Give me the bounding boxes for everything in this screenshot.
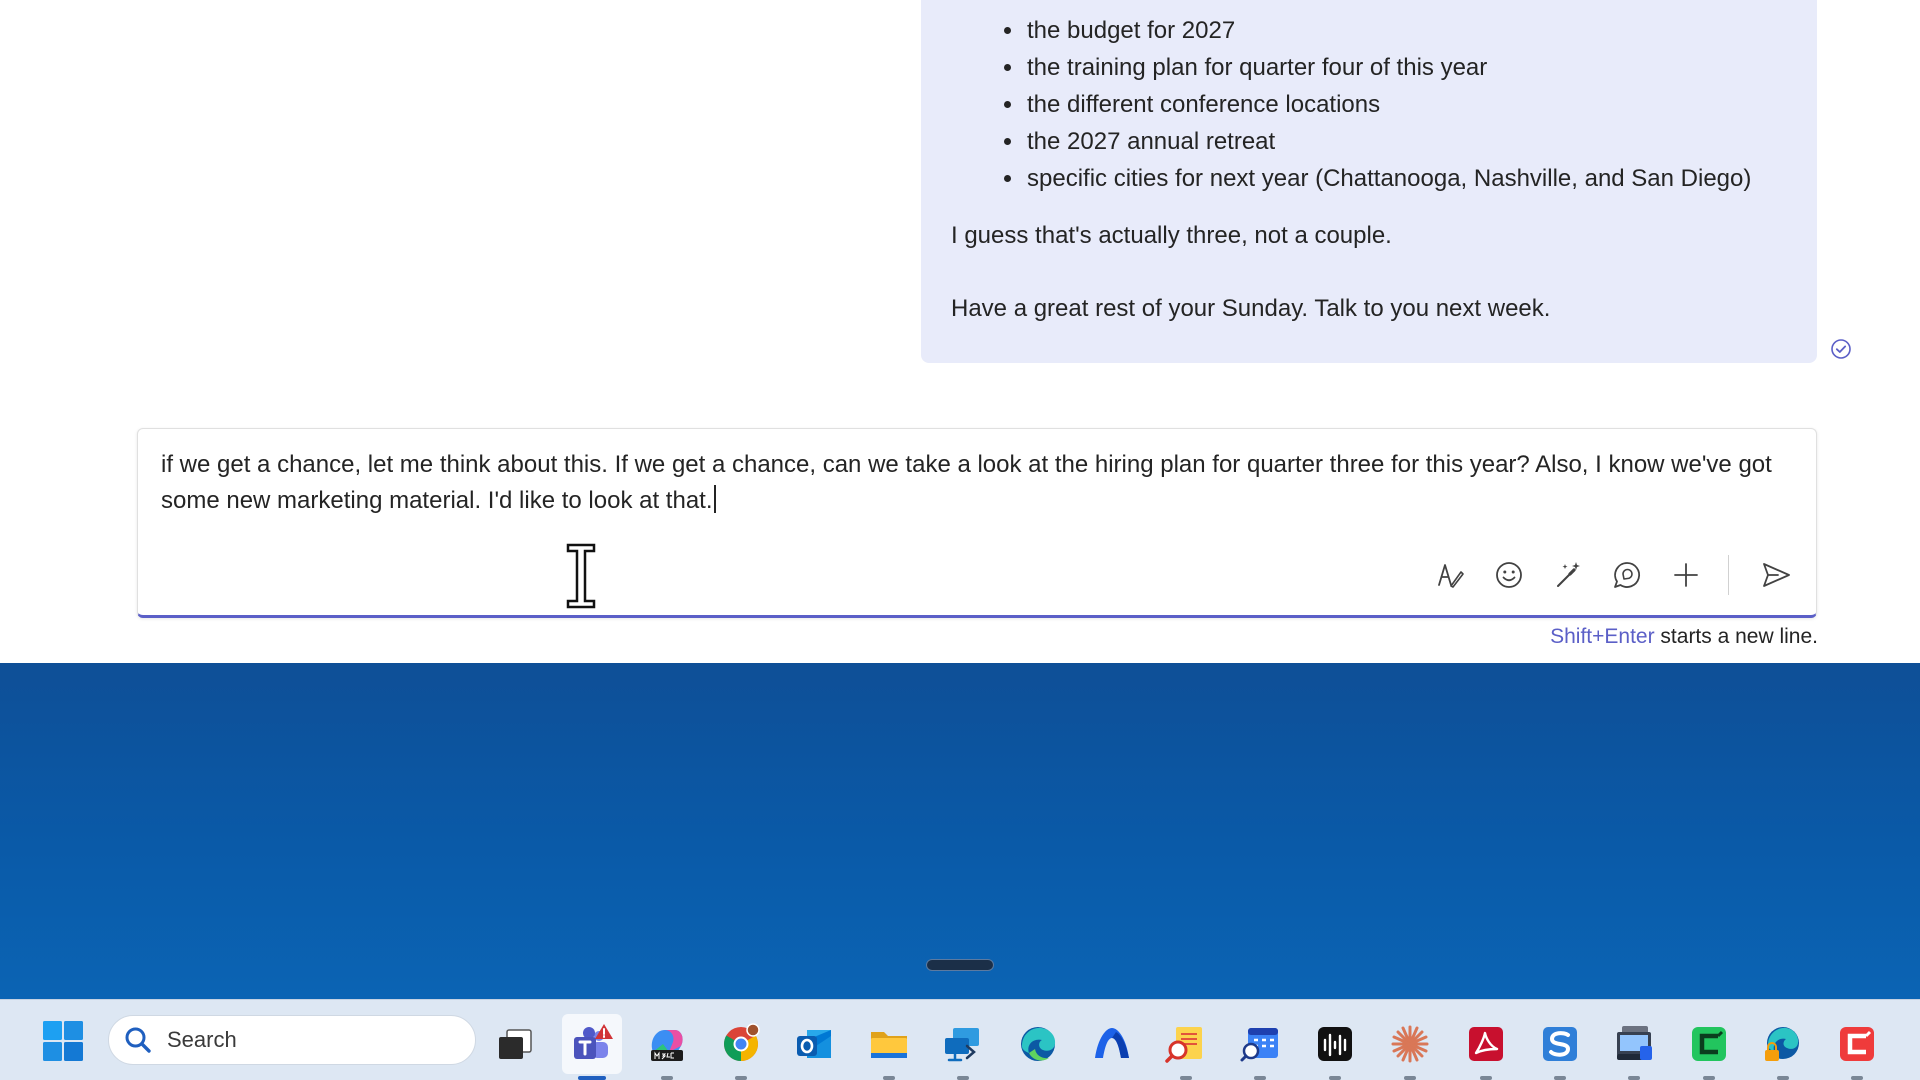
format-icon: [1438, 564, 1464, 588]
outlook-icon: [797, 1030, 831, 1058]
taskbar-app-edge-secure[interactable]: [1753, 1014, 1813, 1080]
running-app-indicator: [957, 1076, 969, 1080]
plus-icon: [1674, 563, 1698, 587]
taskbar-app-chrome[interactable]: [711, 1014, 771, 1080]
running-app-indicator: [735, 1076, 747, 1080]
windows-start-icon[interactable]: [42, 1020, 84, 1062]
edge-lock-icon: [1765, 1027, 1799, 1061]
taskbar-app-green-c[interactable]: [1679, 1014, 1739, 1080]
running-app-indicator: [1554, 1076, 1566, 1080]
magic-wand-icon: [1557, 562, 1580, 587]
running-app-indicator: [1480, 1076, 1492, 1080]
taskbar-app-monitor[interactable]: [1604, 1014, 1664, 1080]
taskbar-app-red-c[interactable]: [1827, 1014, 1887, 1080]
acrobat-pdf-icon: [1469, 1027, 1503, 1061]
taskbar-app-m365[interactable]: [637, 1014, 697, 1080]
running-app-indicator: [1329, 1076, 1341, 1080]
taskbar-app-teams[interactable]: [562, 1014, 622, 1080]
message-bullet-list: the budget for 2027 the training plan fo…: [951, 12, 1789, 197]
ibeam-cursor-icon: [566, 543, 596, 609]
taskbar-app-document-search[interactable]: [1156, 1014, 1216, 1080]
running-app-indicator: [1851, 1076, 1863, 1080]
taskbar-app-remote-desktop[interactable]: [933, 1014, 993, 1080]
taskbar-app-arc[interactable]: [1082, 1014, 1142, 1074]
emoji-button[interactable]: [1487, 553, 1531, 597]
read-receipt-icon: [1831, 339, 1851, 359]
message-paragraph: I guess that's actually three, not a cou…: [951, 222, 1392, 249]
chat-area: the budget for 2027 the training plan fo…: [0, 0, 1920, 663]
desktop-wallpaper: [0, 663, 1920, 999]
taskbar-app-acrobat[interactable]: [1456, 1014, 1516, 1080]
search-placeholder: Search: [167, 1027, 237, 1052]
message-bullet: the training plan for quarter four of th…: [1025, 49, 1789, 86]
taskbar-app-audio[interactable]: [1305, 1014, 1365, 1080]
taskbar: Search: [0, 999, 1920, 1080]
emoji-icon: [1496, 562, 1522, 588]
taskbar-app-claude[interactable]: [1380, 1014, 1440, 1080]
monitor-stack-icon: [1617, 1026, 1652, 1060]
green-c-app-icon: [1692, 1027, 1726, 1061]
calendar-search-icon: [1240, 1028, 1278, 1062]
teams-icon: [574, 1024, 613, 1059]
claude-starburst-icon: [1391, 1025, 1429, 1063]
taskbar-search[interactable]: Search: [108, 1015, 476, 1065]
window-resize-handle[interactable]: [926, 959, 994, 971]
taskbar-app-outlook[interactable]: [785, 1014, 845, 1074]
hint-text: starts a new line.: [1654, 625, 1818, 648]
copilot-rewrite-button[interactable]: [1546, 553, 1590, 597]
message-paragraph: Have a great rest of your Sunday. Talk t…: [951, 295, 1551, 322]
taskbar-app-task-view[interactable]: [485, 1014, 545, 1074]
red-c-app-icon: [1840, 1027, 1874, 1061]
running-app-indicator: [1180, 1076, 1192, 1080]
running-app-indicator: [661, 1076, 673, 1080]
running-app-indicator: [1777, 1076, 1789, 1080]
arc-app-icon: [1095, 1028, 1129, 1058]
message-bullet: the different conference locations: [1025, 86, 1789, 123]
taskbar-app-s-app[interactable]: [1530, 1014, 1590, 1080]
running-app-indicator: [883, 1076, 895, 1080]
running-app-indicator: [1703, 1076, 1715, 1080]
remote-desktop-icon: [945, 1028, 979, 1062]
m365-copilot-icon: [651, 1030, 683, 1061]
edge-icon: [1021, 1027, 1056, 1061]
document-search-icon: [1165, 1027, 1202, 1063]
format-button[interactable]: [1428, 553, 1472, 597]
send-button[interactable]: [1754, 553, 1798, 597]
taskbar-app-calendar-search[interactable]: [1230, 1014, 1290, 1080]
message-compose-box[interactable]: if we get a chance, let me think about t…: [137, 428, 1817, 618]
attach-more-button[interactable]: [1664, 553, 1708, 597]
running-app-indicator: [1628, 1076, 1640, 1080]
folder-icon: [871, 1032, 907, 1058]
running-app-indicator: [1404, 1076, 1416, 1080]
compose-text-input[interactable]: if we get a chance, let me think about t…: [161, 447, 1791, 519]
taskbar-app-edge[interactable]: [1008, 1014, 1068, 1074]
loop-component-button[interactable]: [1605, 553, 1649, 597]
active-app-indicator: [578, 1076, 606, 1080]
chat-bubble-icon: [1614, 562, 1641, 588]
hint-key: Shift+Enter: [1550, 625, 1655, 648]
audio-waveform-icon: [1318, 1027, 1352, 1061]
new-line-hint: Shift+Enter starts a new line.: [1550, 625, 1818, 649]
compose-toolbar: [1413, 553, 1798, 597]
message-bullet: specific cities for next year (Chattanoo…: [1025, 160, 1789, 197]
compose-text: if we get a chance, let me think about t…: [161, 451, 1772, 514]
s-letter-app-icon: [1543, 1027, 1577, 1061]
chrome-icon: [724, 1023, 760, 1061]
message-bullet: the 2027 annual retreat: [1025, 123, 1789, 160]
sent-message-bubble[interactable]: the budget for 2027 the training plan fo…: [921, 0, 1817, 363]
text-caret: [713, 485, 716, 513]
send-icon: [1763, 563, 1790, 587]
running-app-indicator: [1254, 1076, 1266, 1080]
task-view-icon: [499, 1029, 532, 1059]
search-icon: [125, 1027, 151, 1053]
message-bullet: the budget for 2027: [1025, 12, 1789, 49]
taskbar-app-file-explorer[interactable]: [859, 1014, 919, 1080]
toolbar-divider: [1728, 555, 1729, 595]
